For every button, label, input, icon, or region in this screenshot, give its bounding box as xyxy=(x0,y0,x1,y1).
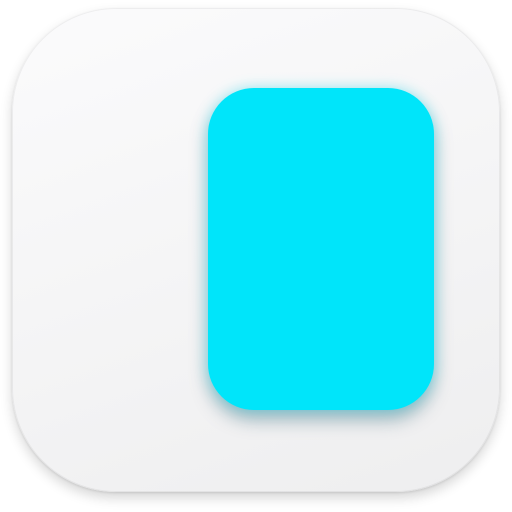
cyan-panel-icon xyxy=(208,88,434,410)
icon-canvas xyxy=(0,0,512,512)
